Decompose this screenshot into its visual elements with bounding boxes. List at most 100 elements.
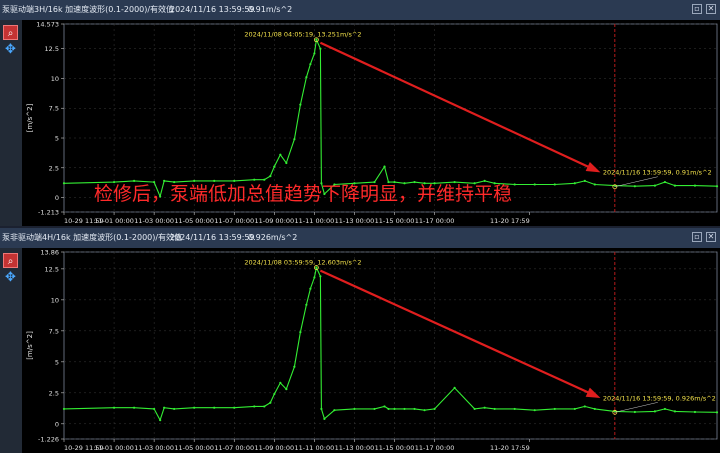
x-tick-label: 11-17 00:00: [415, 444, 455, 452]
y-tick-label: 12.5: [45, 265, 59, 273]
data-point: [193, 179, 196, 182]
data-point: [333, 409, 336, 412]
marker-label: 2024/11/16 13:59:59, 0.91m/s^2: [603, 169, 712, 177]
data-point: [387, 407, 390, 411]
data-point: [253, 405, 256, 408]
data-point: [269, 175, 272, 178]
data-point: [383, 165, 386, 168]
data-point: [393, 407, 396, 411]
data-point: [133, 179, 136, 182]
y-tick-label: -1.226: [38, 436, 59, 444]
data-point: [323, 417, 326, 420]
panel-1-toolbar: ⌕ ✥: [0, 20, 22, 226]
data-point: [299, 330, 302, 334]
data-point: [309, 287, 312, 290]
data-point: [315, 266, 318, 269]
panel-1-time: 2024/11/16 13:59:59: [170, 5, 255, 14]
y-tick-label: 14.573: [36, 21, 59, 29]
data-point: [163, 179, 166, 182]
data-point: [583, 405, 586, 408]
data-point: [633, 185, 636, 188]
data-point: [533, 409, 536, 412]
data-point: [633, 410, 636, 414]
data-point: [673, 410, 677, 413]
chart-panel-2: 泵非驱动端4H/16k 加速度波形(0.1-2000)/有效值 2024/11/…: [0, 228, 720, 453]
data-point: [279, 153, 282, 156]
x-tick-label: 11-13 00:00: [335, 217, 375, 225]
y-tick-label: 13.86: [40, 249, 59, 257]
panel-1-titlebar: 泵驱动端3H/16k 加速度波形(0.1-2000)/有效值 2024/11/1…: [0, 0, 720, 20]
trend-chart-1[interactable]: -1.21302.557.51012.514.57310-29 11:5911-…: [22, 20, 720, 226]
y-tick-label: 0: [55, 194, 59, 202]
y-tick-label: 10: [51, 75, 59, 83]
data-point: [163, 406, 166, 409]
data-point: [403, 407, 406, 411]
x-tick-label: 11-01 00:00: [94, 444, 134, 452]
data-point: [483, 179, 486, 182]
data-point: [159, 418, 162, 422]
data-point: [513, 407, 516, 411]
magnifier-icon[interactable]: ⌕: [3, 253, 18, 268]
panel-2-title: 泵非驱动端4H/16k 加速度波形(0.1-2000)/有效值: [2, 233, 183, 242]
trend-chart-2[interactable]: -1.22602.557.51012.513.8610-29 11:5911-0…: [22, 248, 720, 453]
data-point: [320, 407, 323, 411]
marker-label: 2024/11/08 03:59:59, 12.603m/s^2: [244, 259, 361, 267]
data-point: [305, 303, 308, 306]
data-point: [413, 407, 416, 411]
x-tick-label: 11-11 00:00: [295, 444, 335, 452]
y-tick-label: 0: [55, 420, 59, 428]
data-point: [493, 407, 496, 411]
data-point: [663, 407, 667, 411]
y-tick-label: 2.5: [49, 164, 59, 172]
y-tick-label: 2.5: [49, 389, 59, 397]
x-tick-label: 11-20 17:59: [490, 444, 530, 452]
move-arrows-icon[interactable]: ✥: [3, 42, 18, 57]
data-point: [433, 407, 436, 411]
data-point: [319, 47, 322, 50]
data-point: [133, 406, 136, 409]
move-arrows-icon[interactable]: ✥: [3, 270, 18, 285]
data-point: [653, 184, 657, 187]
data-point: [553, 407, 556, 411]
data-point: [313, 52, 316, 55]
x-tick-label: 11-15 00:00: [375, 217, 415, 225]
data-point: [173, 407, 176, 411]
data-point: [573, 407, 576, 411]
data-point: [112, 406, 116, 409]
annotation-text: 检修后，泵端低加总值趋势下降明显，并维持平稳: [94, 183, 512, 205]
x-tick-label: 11-05 00:00: [174, 444, 214, 452]
data-point: [383, 405, 386, 408]
panel-2-titlebar: 泵非驱动端4H/16k 加速度波形(0.1-2000)/有效值 2024/11/…: [0, 228, 720, 248]
y-axis-label: [m/s^2]: [26, 103, 34, 132]
x-tick-label: 11-07 00:00: [214, 217, 254, 225]
x-tick-label: 11-11 00:00: [295, 217, 335, 225]
magnifier-icon[interactable]: ⌕: [3, 25, 18, 40]
data-point: [693, 410, 697, 414]
data-point: [253, 178, 256, 181]
data-point: [263, 178, 266, 181]
data-point: [533, 183, 536, 186]
data-point: [593, 407, 596, 411]
data-point: [473, 407, 476, 411]
panel-2-value: 0.926m/s^2: [248, 233, 298, 242]
close-icon[interactable]: ✕: [706, 232, 716, 242]
window-restore-icon[interactable]: ▫: [692, 232, 702, 242]
data-point: [553, 183, 556, 186]
data-point: [715, 411, 719, 414]
x-tick-label: 11-09 00:00: [254, 444, 294, 452]
y-tick-label: -1.213: [38, 209, 59, 217]
data-point: [423, 409, 426, 412]
close-icon[interactable]: ✕: [706, 4, 716, 14]
data-point: [305, 76, 308, 79]
data-point: [353, 407, 356, 411]
marker-label: 2024/11/08 04:05:19, 13.251m/s^2: [244, 31, 361, 39]
data-point: [62, 407, 66, 411]
data-point: [663, 180, 667, 184]
x-tick-label: 11-09 00:00: [254, 217, 294, 225]
data-point: [293, 365, 296, 368]
data-point: [573, 182, 576, 185]
data-point: [193, 406, 196, 409]
data-point: [213, 179, 216, 182]
data-point: [715, 185, 719, 188]
window-restore-icon[interactable]: ▫: [692, 4, 702, 14]
